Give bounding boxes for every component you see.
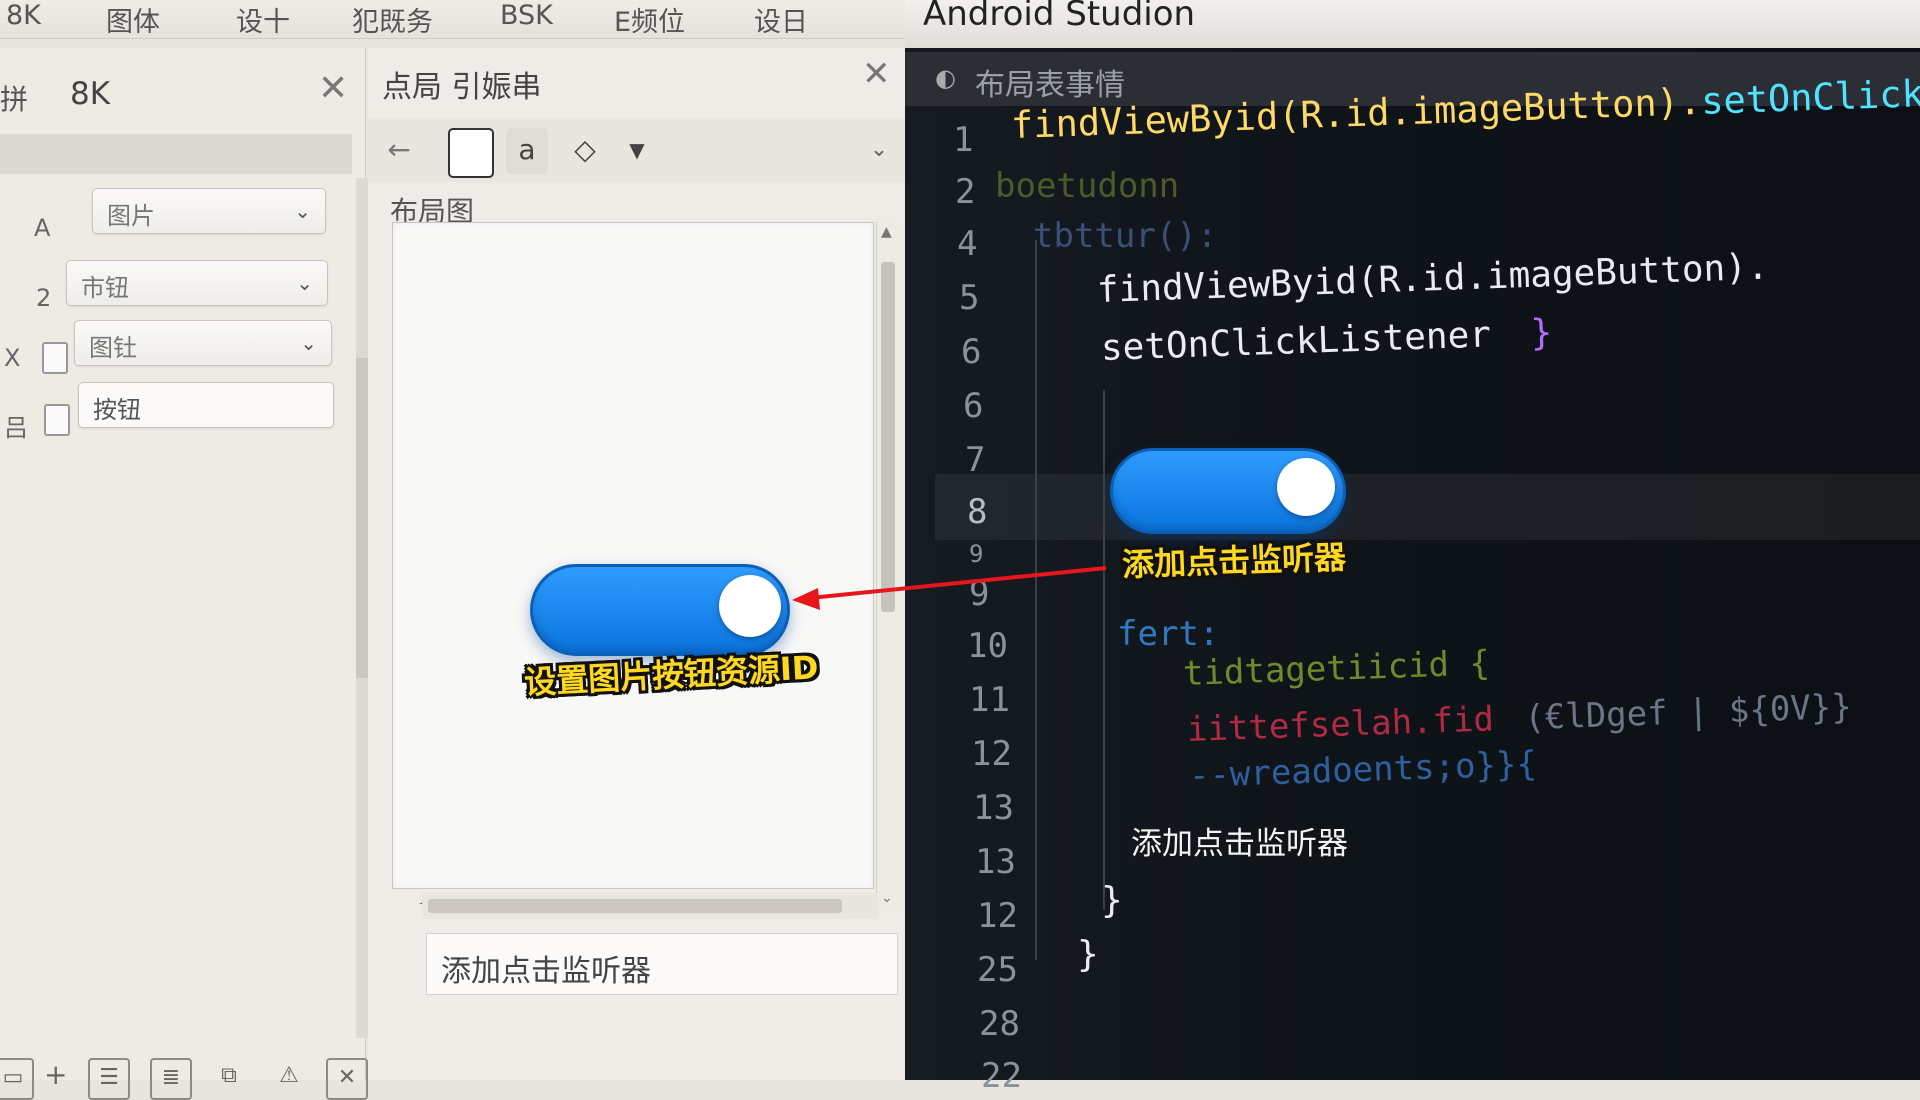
connector-arrow-icon [792,566,1107,610]
